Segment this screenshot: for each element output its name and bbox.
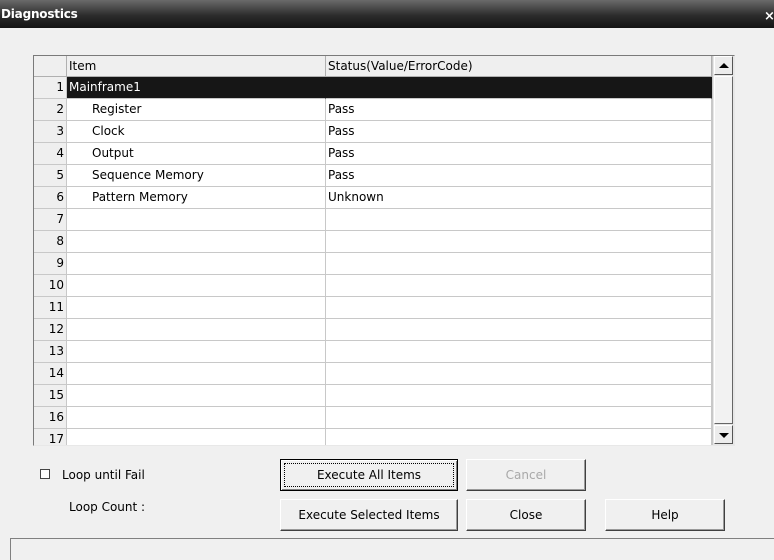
table-row[interactable]: 6 Pattern Memory Unknown xyxy=(34,187,712,209)
row-number[interactable]: 10 xyxy=(34,275,67,297)
row-number[interactable]: 1 xyxy=(34,77,67,99)
item-cell[interactable]: Sequence Memory xyxy=(67,165,326,187)
table-row[interactable]: 11 xyxy=(34,297,712,319)
title-bar[interactable]: Diagnostics × xyxy=(0,0,774,28)
status-bar xyxy=(10,538,774,560)
column-header-status[interactable]: Status(Value/ErrorCode) xyxy=(326,56,712,77)
status-cell[interactable] xyxy=(326,275,712,297)
arrow-up-icon xyxy=(719,63,729,68)
status-cell[interactable] xyxy=(326,253,712,275)
window-title: Diagnostics xyxy=(1,7,78,21)
help-button[interactable]: Help xyxy=(605,499,725,531)
status-cell[interactable] xyxy=(326,385,712,407)
table-row[interactable]: 5 Sequence Memory Pass xyxy=(34,165,712,187)
status-cell[interactable] xyxy=(326,341,712,363)
table-row[interactable]: 8 xyxy=(34,231,712,253)
status-cell[interactable]: Unknown xyxy=(326,187,712,209)
row-number[interactable]: 3 xyxy=(34,121,67,143)
row-number[interactable]: 9 xyxy=(34,253,67,275)
item-cell[interactable]: Clock xyxy=(67,121,326,143)
status-cell[interactable] xyxy=(326,77,712,99)
loop-until-fail-label[interactable]: Loop until Fail xyxy=(62,466,145,484)
row-number[interactable]: 11 xyxy=(34,297,67,319)
cancel-label: Cancel xyxy=(505,468,547,482)
corner-header xyxy=(34,56,67,77)
row-number[interactable]: 14 xyxy=(34,363,67,385)
row-number[interactable]: 16 xyxy=(34,407,67,429)
execute-selected-button[interactable]: Execute Selected Items xyxy=(280,499,458,531)
status-cell[interactable] xyxy=(326,209,712,231)
execute-all-button[interactable]: Execute All Items xyxy=(280,459,458,491)
item-cell[interactable] xyxy=(67,319,326,341)
row-number[interactable]: 15 xyxy=(34,385,67,407)
scroll-thumb[interactable] xyxy=(714,76,733,424)
table-row[interactable]: 13 xyxy=(34,341,712,363)
row-number[interactable]: 12 xyxy=(34,319,67,341)
row-number[interactable]: 5 xyxy=(34,165,67,187)
item-cell[interactable] xyxy=(67,275,326,297)
table-row[interactable]: 10 xyxy=(34,275,712,297)
loop-count-label: Loop Count : xyxy=(69,500,146,514)
table-row[interactable]: 17 xyxy=(34,429,712,445)
vertical-scrollbar[interactable] xyxy=(712,56,734,445)
scroll-up-button[interactable] xyxy=(714,56,733,75)
close-icon[interactable]: × xyxy=(764,9,774,25)
row-number[interactable]: 17 xyxy=(34,429,67,445)
table-row[interactable]: 9 xyxy=(34,253,712,275)
status-cell[interactable] xyxy=(326,429,712,445)
close-label: Close xyxy=(509,508,543,522)
status-cell[interactable] xyxy=(326,231,712,253)
status-cell[interactable] xyxy=(326,297,712,319)
diagnostics-grid[interactable]: Item Status(Value/ErrorCode) 1 Mainframe1… xyxy=(33,55,735,446)
table-row[interactable]: 1 Mainframe1 xyxy=(34,77,712,99)
table-row[interactable]: 3 Clock Pass xyxy=(34,121,712,143)
status-cell[interactable] xyxy=(326,319,712,341)
row-number[interactable]: 7 xyxy=(34,209,67,231)
item-cell[interactable] xyxy=(67,209,326,231)
status-cell[interactable]: Pass xyxy=(326,143,712,165)
item-cell[interactable] xyxy=(67,297,326,319)
item-cell[interactable] xyxy=(67,363,326,385)
column-header-item[interactable]: Item xyxy=(67,56,326,77)
execute-selected-label: Execute Selected Items xyxy=(298,508,440,522)
focus-ring xyxy=(284,463,454,487)
table-row[interactable]: 7 xyxy=(34,209,712,231)
table-row[interactable]: 14 xyxy=(34,363,712,385)
loop-until-fail-checkbox[interactable] xyxy=(40,469,50,479)
scroll-down-button[interactable] xyxy=(714,425,733,444)
arrow-down-icon xyxy=(719,433,729,438)
table-row[interactable]: 12 xyxy=(34,319,712,341)
row-number[interactable]: 8 xyxy=(34,231,67,253)
item-cell[interactable] xyxy=(67,341,326,363)
item-cell[interactable] xyxy=(67,231,326,253)
table-row[interactable]: 16 xyxy=(34,407,712,429)
help-label: Help xyxy=(651,508,679,522)
status-cell[interactable] xyxy=(326,363,712,385)
table-row[interactable]: 4 Output Pass xyxy=(34,143,712,165)
item-cell[interactable]: Register xyxy=(67,99,326,121)
row-number[interactable]: 6 xyxy=(34,187,67,209)
item-cell[interactable] xyxy=(67,429,326,445)
item-cell[interactable]: Output xyxy=(67,143,326,165)
status-cell[interactable] xyxy=(326,407,712,429)
table-row[interactable]: 15 xyxy=(34,385,712,407)
item-cell[interactable]: Pattern Memory xyxy=(67,187,326,209)
row-number[interactable]: 2 xyxy=(34,99,67,121)
item-cell[interactable] xyxy=(67,385,326,407)
item-cell[interactable] xyxy=(67,253,326,275)
table-row[interactable]: 2 Register Pass xyxy=(34,99,712,121)
status-cell[interactable]: Pass xyxy=(326,165,712,187)
cancel-button[interactable]: Cancel xyxy=(466,459,586,491)
row-number[interactable]: 4 xyxy=(34,143,67,165)
item-cell[interactable]: Mainframe1 xyxy=(67,77,326,99)
item-cell[interactable] xyxy=(67,407,326,429)
status-cell[interactable]: Pass xyxy=(326,99,712,121)
close-button[interactable]: Close xyxy=(466,499,586,531)
status-cell[interactable]: Pass xyxy=(326,121,712,143)
row-number[interactable]: 13 xyxy=(34,341,67,363)
